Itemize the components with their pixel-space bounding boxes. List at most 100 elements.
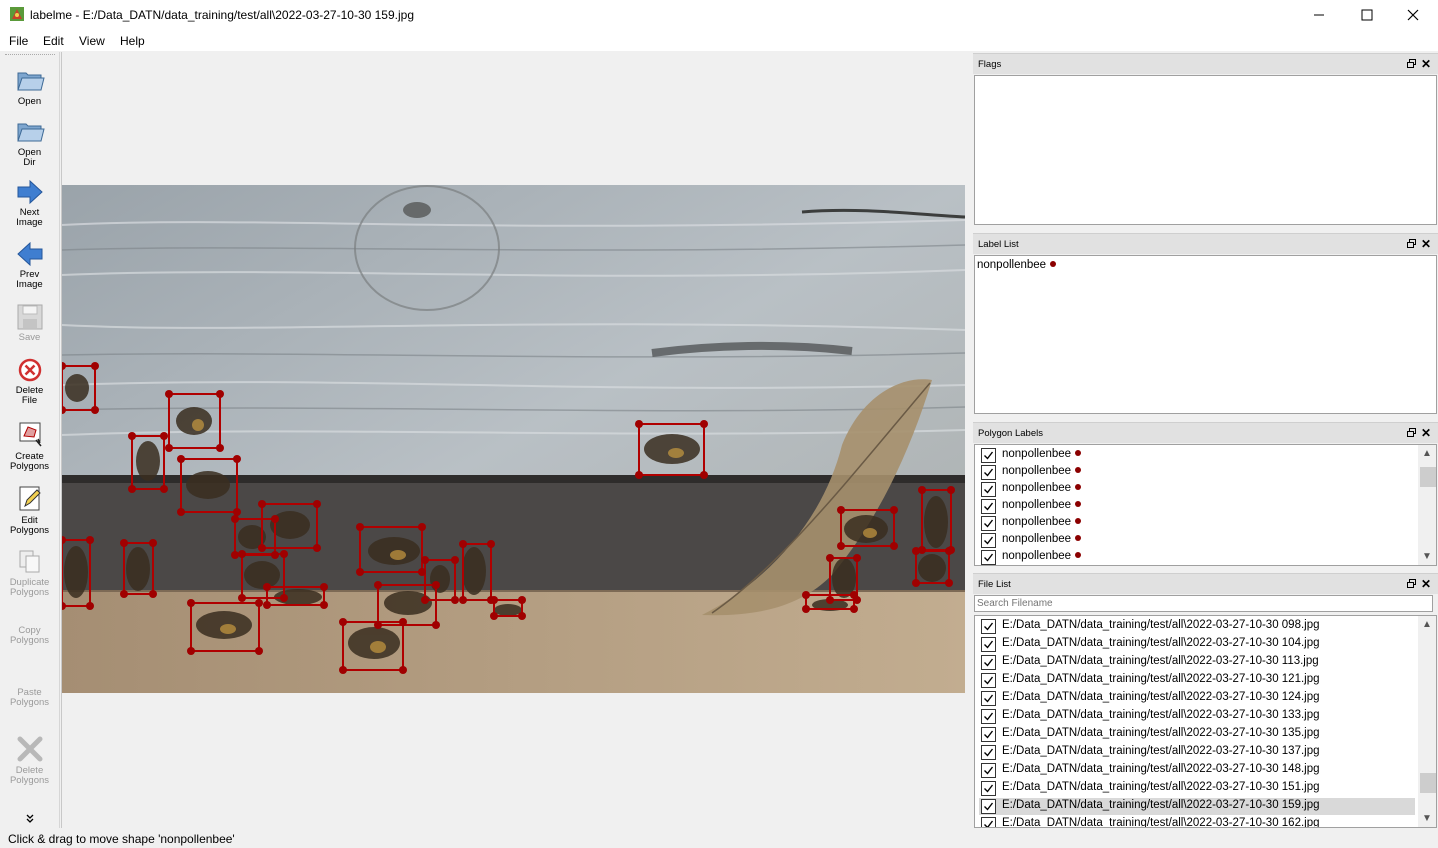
search-filename-input[interactable] [974,595,1433,612]
delete-file-button[interactable]: Delete File [0,356,59,406]
polygon-vertex[interactable] [339,666,347,674]
polygon-vertex[interactable] [160,432,168,440]
polygon-vertex[interactable] [313,544,321,552]
polygon-vertex[interactable] [160,485,168,493]
polygon-vertex[interactable] [216,390,224,398]
scroll-down-icon[interactable]: ▼ [1422,551,1432,562]
polygon-vertex[interactable] [912,547,920,555]
polygon-vertex[interactable] [912,579,920,587]
label-list-item[interactable]: nonpollenbee [977,259,1057,276]
float-panel-icon[interactable] [1407,579,1416,588]
checkbox-checked[interactable] [981,655,996,670]
polygon-vertex[interactable] [890,506,898,514]
checkbox-checked[interactable] [981,817,996,827]
polygon-vertex[interactable] [890,542,898,550]
polygon-vertex[interactable] [258,544,266,552]
polygon-vertex[interactable] [91,362,99,370]
toolbar-more-button[interactable] [0,814,59,826]
polygon-vertex[interactable] [177,508,185,516]
menu-edit[interactable]: Edit [43,34,64,48]
checkbox-checked[interactable] [981,465,996,480]
close-panel-icon[interactable]: ✕ [1421,426,1431,440]
checkbox-checked[interactable] [981,763,996,778]
file-list-row[interactable]: E:/Data_DATN/data_training/test/all\2022… [979,744,1415,761]
close-panel-icon[interactable]: ✕ [1421,577,1431,591]
polygon-vertex[interactable] [233,455,241,463]
delete-polygons-button[interactable]: Delete Polygons [0,734,59,786]
polygon-vertex[interactable] [91,406,99,414]
checkbox-checked[interactable] [981,533,996,548]
maximize-button[interactable] [1344,0,1390,30]
polygon-vertex[interactable] [313,500,321,508]
save-button[interactable]: Save [0,303,59,343]
scroll-up-icon[interactable]: ▲ [1422,619,1432,630]
polygon-vertex[interactable] [518,596,526,604]
polygon-vertex[interactable] [700,420,708,428]
polygon-vertex[interactable] [271,515,279,523]
polygon-vertex[interactable] [128,432,136,440]
polygon-vertex[interactable] [490,612,498,620]
float-panel-icon[interactable] [1407,59,1416,68]
polygon-vertex[interactable] [187,647,195,655]
polygon-vertex[interactable] [231,515,239,523]
menu-view[interactable]: View [79,34,105,48]
scroll-down-icon[interactable]: ▼ [1422,813,1432,824]
polygon-vertex[interactable] [280,550,288,558]
label-list[interactable]: nonpollenbee [974,255,1437,414]
polygon-vertex[interactable] [850,591,858,599]
scroll-thumb[interactable] [1420,467,1436,487]
polygon-vertex[interactable] [635,420,643,428]
polygon-vertex[interactable] [165,390,173,398]
polygon-vertex[interactable] [374,581,382,589]
checkbox-checked[interactable] [981,691,996,706]
close-panel-icon[interactable]: ✕ [1421,237,1431,251]
checkbox-checked[interactable] [981,727,996,742]
checkbox-checked[interactable] [981,673,996,688]
minimize-button[interactable] [1296,0,1342,30]
file-list-scrollbar[interactable]: ▲ ▼ [1418,616,1436,827]
polygon-vertex[interactable] [320,601,328,609]
close-window-button[interactable] [1390,0,1436,30]
checkbox-checked[interactable] [981,709,996,724]
file-list-row[interactable]: E:/Data_DATN/data_training/test/all\2022… [979,816,1415,827]
annotated-image[interactable] [62,185,965,693]
polygon-vertex[interactable] [459,596,467,604]
polygon-vertex[interactable] [945,579,953,587]
file-list-row[interactable]: E:/Data_DATN/data_training/test/all\2022… [979,780,1415,797]
open-dir-button[interactable]: Open Dir [0,116,59,168]
next-image-button[interactable]: Next Image [0,178,59,228]
checkbox-checked[interactable] [981,482,996,497]
polygon-labels-scrollbar[interactable]: ▲ ▼ [1418,445,1436,565]
menu-help[interactable]: Help [120,34,145,48]
copy-polygons-button[interactable]: Copy Polygons [0,626,59,646]
polygon-vertex[interactable] [231,551,239,559]
polygon-vertex[interactable] [418,523,426,531]
polygon-vertex[interactable] [177,455,185,463]
polygon-vertex[interactable] [918,486,926,494]
polygon-vertex[interactable] [356,568,364,576]
polygon-vertex[interactable] [238,594,246,602]
polygon-vertex[interactable] [837,542,845,550]
checkbox-checked[interactable] [981,781,996,796]
close-panel-icon[interactable]: ✕ [1421,57,1431,71]
polygon-vertex[interactable] [802,591,810,599]
polygon-vertex[interactable] [837,506,845,514]
checkbox-checked[interactable] [981,799,996,814]
float-panel-icon[interactable] [1407,239,1416,248]
polygon-vertex[interactable] [635,471,643,479]
file-list-row[interactable]: E:/Data_DATN/data_training/test/all\2022… [979,762,1415,779]
file-list[interactable]: E:/Data_DATN/data_training/test/all\2022… [974,615,1437,828]
polygon-vertex[interactable] [233,508,241,516]
scroll-up-icon[interactable]: ▲ [1422,448,1432,459]
polygon-vertex[interactable] [459,540,467,548]
polygon-vertex[interactable] [451,596,459,604]
checkbox-checked[interactable] [981,550,996,565]
checkbox-checked[interactable] [981,745,996,760]
polygon-vertex[interactable] [490,596,498,604]
checkbox-checked[interactable] [981,637,996,652]
polygon-vertex[interactable] [263,601,271,609]
polygon-vertex[interactable] [853,554,861,562]
polygon-vertex[interactable] [945,547,953,555]
polygon-vertex[interactable] [339,618,347,626]
create-polygons-button[interactable]: Create Polygons [0,420,59,472]
